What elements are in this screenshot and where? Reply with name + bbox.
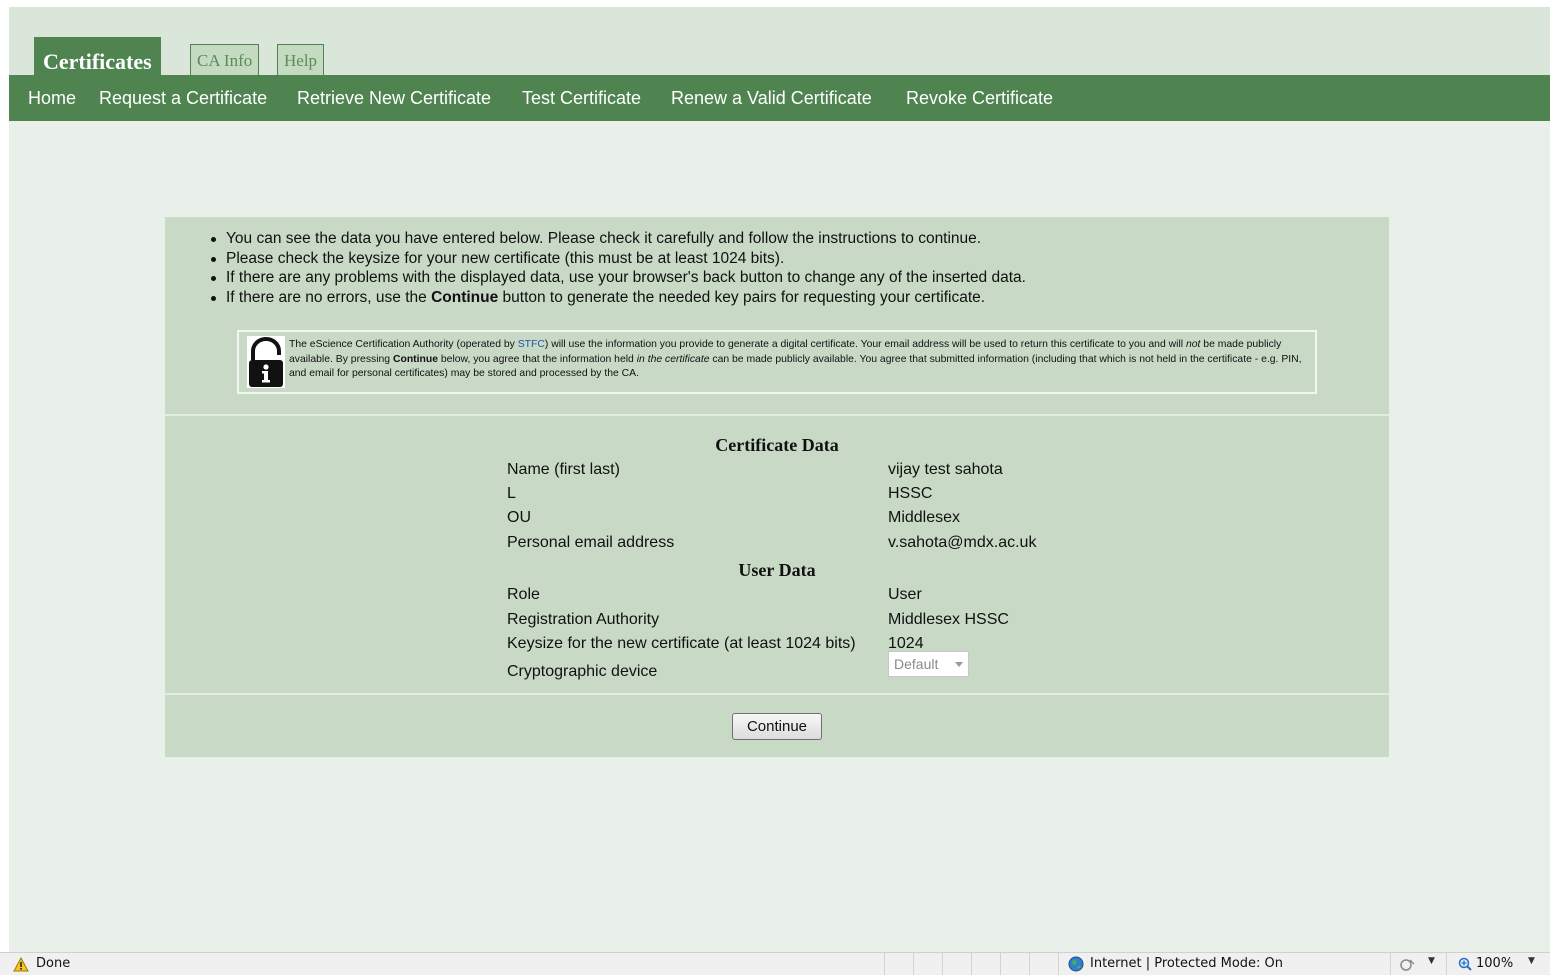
certificate-data-title: Certificate Data	[715, 435, 839, 455]
status-cell	[942, 953, 943, 975]
lock-icon	[247, 336, 285, 388]
field-label-keysize: Keysize for the new certificate (at leas…	[507, 635, 856, 652]
status-cell	[1390, 953, 1391, 975]
status-cell	[1029, 953, 1030, 975]
field-value-name: vijay test sahota	[888, 461, 1003, 478]
menu-revoke-certificate[interactable]: Revoke Certificate	[906, 88, 1053, 109]
user-data-title: User Data	[738, 560, 816, 580]
privacy-text: The eScience Certification Authority (op…	[289, 339, 1302, 379]
zoom-icon[interactable]	[1458, 957, 1472, 971]
status-text: Done	[36, 956, 71, 971]
menu-test-certificate[interactable]: Test Certificate	[522, 88, 641, 109]
divider	[165, 693, 1389, 695]
field-value-registration-authority: Middlesex HSSC	[888, 611, 1009, 628]
tab-help[interactable]: Help	[277, 44, 325, 75]
field-label-device: Cryptographic device	[507, 663, 658, 680]
warning-icon	[13, 957, 29, 972]
status-bar: Done Internet | Protected Mode: On ▼ 100…	[0, 952, 1550, 975]
protected-mode-icon[interactable]	[1400, 957, 1416, 972]
internet-globe-icon	[1068, 956, 1084, 972]
page: Certificates CA Info Help Home Request a…	[9, 7, 1550, 952]
menu-renew-certificate[interactable]: Renew a Valid Certificate	[671, 88, 872, 109]
instruction-item: Please check the keysize for your new ce…	[211, 249, 1026, 269]
field-value-email: v.sahota@mdx.ac.uk	[888, 534, 1037, 551]
status-cell	[971, 953, 972, 975]
continue-button[interactable]: Continue	[732, 713, 822, 740]
status-cell	[1058, 953, 1059, 975]
stfc-link[interactable]: STFC	[518, 339, 545, 350]
tab-ca-info[interactable]: CA Info	[190, 44, 260, 75]
tab-certificates[interactable]: Certificates	[34, 37, 161, 75]
field-label-l: L	[507, 485, 516, 502]
chevron-down-icon[interactable]: ▼	[1528, 956, 1535, 966]
status-cell	[1446, 953, 1447, 975]
cryptographic-device-select[interactable]: Default	[888, 651, 969, 677]
menu-retrieve-new-certificate[interactable]: Retrieve New Certificate	[297, 88, 491, 109]
divider	[165, 414, 1389, 416]
field-label-email: Personal email address	[507, 534, 675, 551]
menu-bar: Home Request a Certificate Retrieve New …	[9, 75, 1550, 121]
instruction-item: If there are no errors, use the Continue…	[211, 288, 1026, 308]
instruction-list: You can see the data you have entered be…	[211, 229, 1026, 307]
instruction-item: You can see the data you have entered be…	[211, 229, 1026, 249]
confirmation-panel: You can see the data you have entered be…	[165, 217, 1389, 757]
device-select-value: Default	[894, 656, 939, 672]
field-label-role: Role	[507, 586, 540, 603]
field-label-registration-authority: Registration Authority	[507, 611, 660, 628]
chevron-down-icon	[955, 662, 963, 667]
field-label-name: Name (first last)	[507, 461, 620, 478]
instruction-item: If there are any problems with the displ…	[211, 268, 1026, 288]
field-value-ou: Middlesex	[888, 509, 961, 526]
status-cell	[1000, 953, 1001, 975]
chevron-down-icon[interactable]: ▼	[1428, 956, 1435, 966]
menu-home[interactable]: Home	[28, 88, 76, 109]
field-label-ou: OU	[507, 509, 531, 526]
zoom-level[interactable]: 100%	[1476, 956, 1513, 971]
field-value-l: HSSC	[888, 485, 933, 502]
privacy-notice: The eScience Certification Authority (op…	[237, 330, 1317, 394]
status-cell	[884, 953, 885, 975]
field-value-role: User	[888, 586, 922, 603]
status-cell	[913, 953, 914, 975]
security-zone-text: Internet | Protected Mode: On	[1090, 956, 1284, 971]
tab-bar: Certificates CA Info Help	[9, 7, 1550, 75]
menu-request-certificate[interactable]: Request a Certificate	[99, 88, 267, 109]
